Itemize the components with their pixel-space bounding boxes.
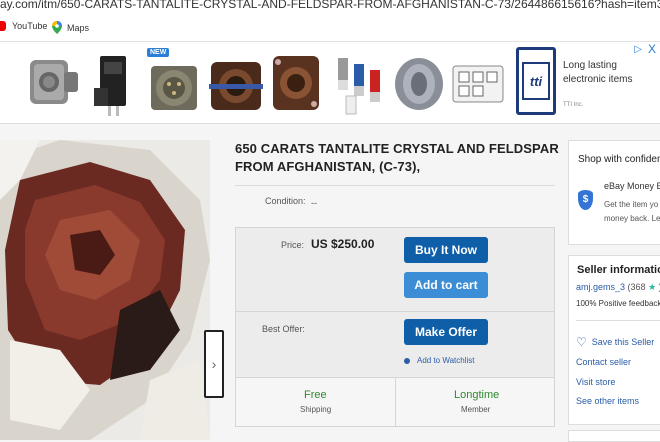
- add-to-watchlist-link[interactable]: Add to Watchlist: [404, 356, 475, 365]
- ad-product-circular-connector-image[interactable]: [143, 44, 205, 122]
- money-back-text-line2: money back. Le: [604, 214, 660, 223]
- listing-title: 650 CARATS TANTALITE CRYSTAL AND FELDSPA…: [235, 141, 559, 174]
- positive-feedback: 100% Positive feedback: [576, 299, 660, 308]
- heart-icon: ♡: [576, 335, 587, 349]
- ad-product-relay-image[interactable]: [82, 44, 144, 122]
- maps-icon: [52, 21, 62, 34]
- shipping-label: Shipping: [300, 405, 332, 414]
- strip-divider: [395, 377, 396, 426]
- seller-divider: [576, 320, 660, 321]
- visit-store-link[interactable]: Visit store: [576, 377, 615, 387]
- price-value: US $250.00: [311, 237, 375, 251]
- seller-score[interactable]: (368: [628, 282, 646, 292]
- seller-star-icon: ★: [648, 282, 657, 292]
- ad-product-housing-image[interactable]: [447, 44, 509, 122]
- ad-product-bronze-connector-image[interactable]: [205, 44, 267, 122]
- ad-product-connector-image[interactable]: [20, 44, 82, 122]
- product-photo[interactable]: [0, 140, 210, 440]
- member-label: Member: [461, 405, 491, 414]
- buy-box-divider: [236, 311, 554, 312]
- price-label: Price:: [281, 240, 305, 250]
- watchlist-icon: [404, 357, 410, 364]
- seller-name-link[interactable]: amj.gems_3: [576, 282, 625, 292]
- ad-headline[interactable]: Long lasting electronic items: [563, 59, 643, 87]
- bookmarks-bar: YouTube Maps: [0, 14, 660, 42]
- ad-close-icon[interactable]: X: [648, 42, 656, 56]
- address-bar[interactable]: ay.com/itm/650-CARATS-TANTALITE-CRYSTAL-…: [0, 0, 660, 14]
- bookmark-youtube[interactable]: YouTube: [0, 21, 47, 31]
- chevron-right-icon: ›: [211, 356, 217, 372]
- best-offer-label: Best Offer:: [262, 324, 305, 334]
- shipping-value: Free: [304, 389, 327, 401]
- add-to-watchlist-label: Add to Watchlist: [417, 356, 475, 365]
- ad-info-icon[interactable]: ▷: [634, 44, 642, 55]
- next-photo-button[interactable]: ›: [204, 330, 224, 398]
- save-seller-link[interactable]: ♡ Save this Seller: [576, 335, 654, 349]
- tti-logo-mark: tti: [522, 62, 550, 100]
- condition-value: --: [311, 198, 317, 208]
- ad-banner[interactable]: NEW tti Long lasting electronic items TT…: [0, 42, 660, 124]
- money-back-title[interactable]: eBay Money B: [604, 181, 660, 191]
- shop-with-confidence-title: Shop with confiden: [578, 154, 660, 165]
- title-divider: [235, 185, 555, 186]
- add-to-cart-button[interactable]: Add to cart: [404, 272, 488, 298]
- buy-it-now-button[interactable]: Buy It Now: [404, 237, 488, 263]
- tantalite-crystal-image: [0, 140, 210, 440]
- money-back-text-line1: Get the item yo: [604, 200, 659, 209]
- ad-advertiser: TTI Inc.: [563, 102, 584, 108]
- see-other-items-link[interactable]: See other items: [576, 396, 639, 406]
- make-offer-button[interactable]: Make Offer: [404, 319, 488, 345]
- bookmark-youtube-label: YouTube: [12, 21, 48, 31]
- bookmark-maps[interactable]: Maps: [52, 21, 89, 34]
- ad-product-panel-connector-image[interactable]: [265, 44, 327, 122]
- seller-information-title: Seller information: [577, 264, 660, 276]
- bookmark-maps-label: Maps: [67, 22, 90, 33]
- tti-logo[interactable]: tti: [516, 47, 556, 115]
- member-value: Longtime: [454, 389, 500, 401]
- ad-product-grommet-image[interactable]: [388, 44, 450, 122]
- seller-name-line: amj.gems_3 (368 ★ ): [576, 282, 660, 293]
- url-text: ay.com/itm/650-CARATS-TANTALITE-CRYSTAL-…: [0, 0, 660, 11]
- next-sidebar-card: [568, 430, 660, 442]
- ad-product-ferrules-image[interactable]: [328, 44, 390, 122]
- youtube-icon: [0, 21, 6, 31]
- contact-seller-link[interactable]: Contact seller: [576, 357, 631, 367]
- condition-label: Condition:: [265, 196, 306, 206]
- save-seller-label: Save this Seller: [591, 337, 655, 347]
